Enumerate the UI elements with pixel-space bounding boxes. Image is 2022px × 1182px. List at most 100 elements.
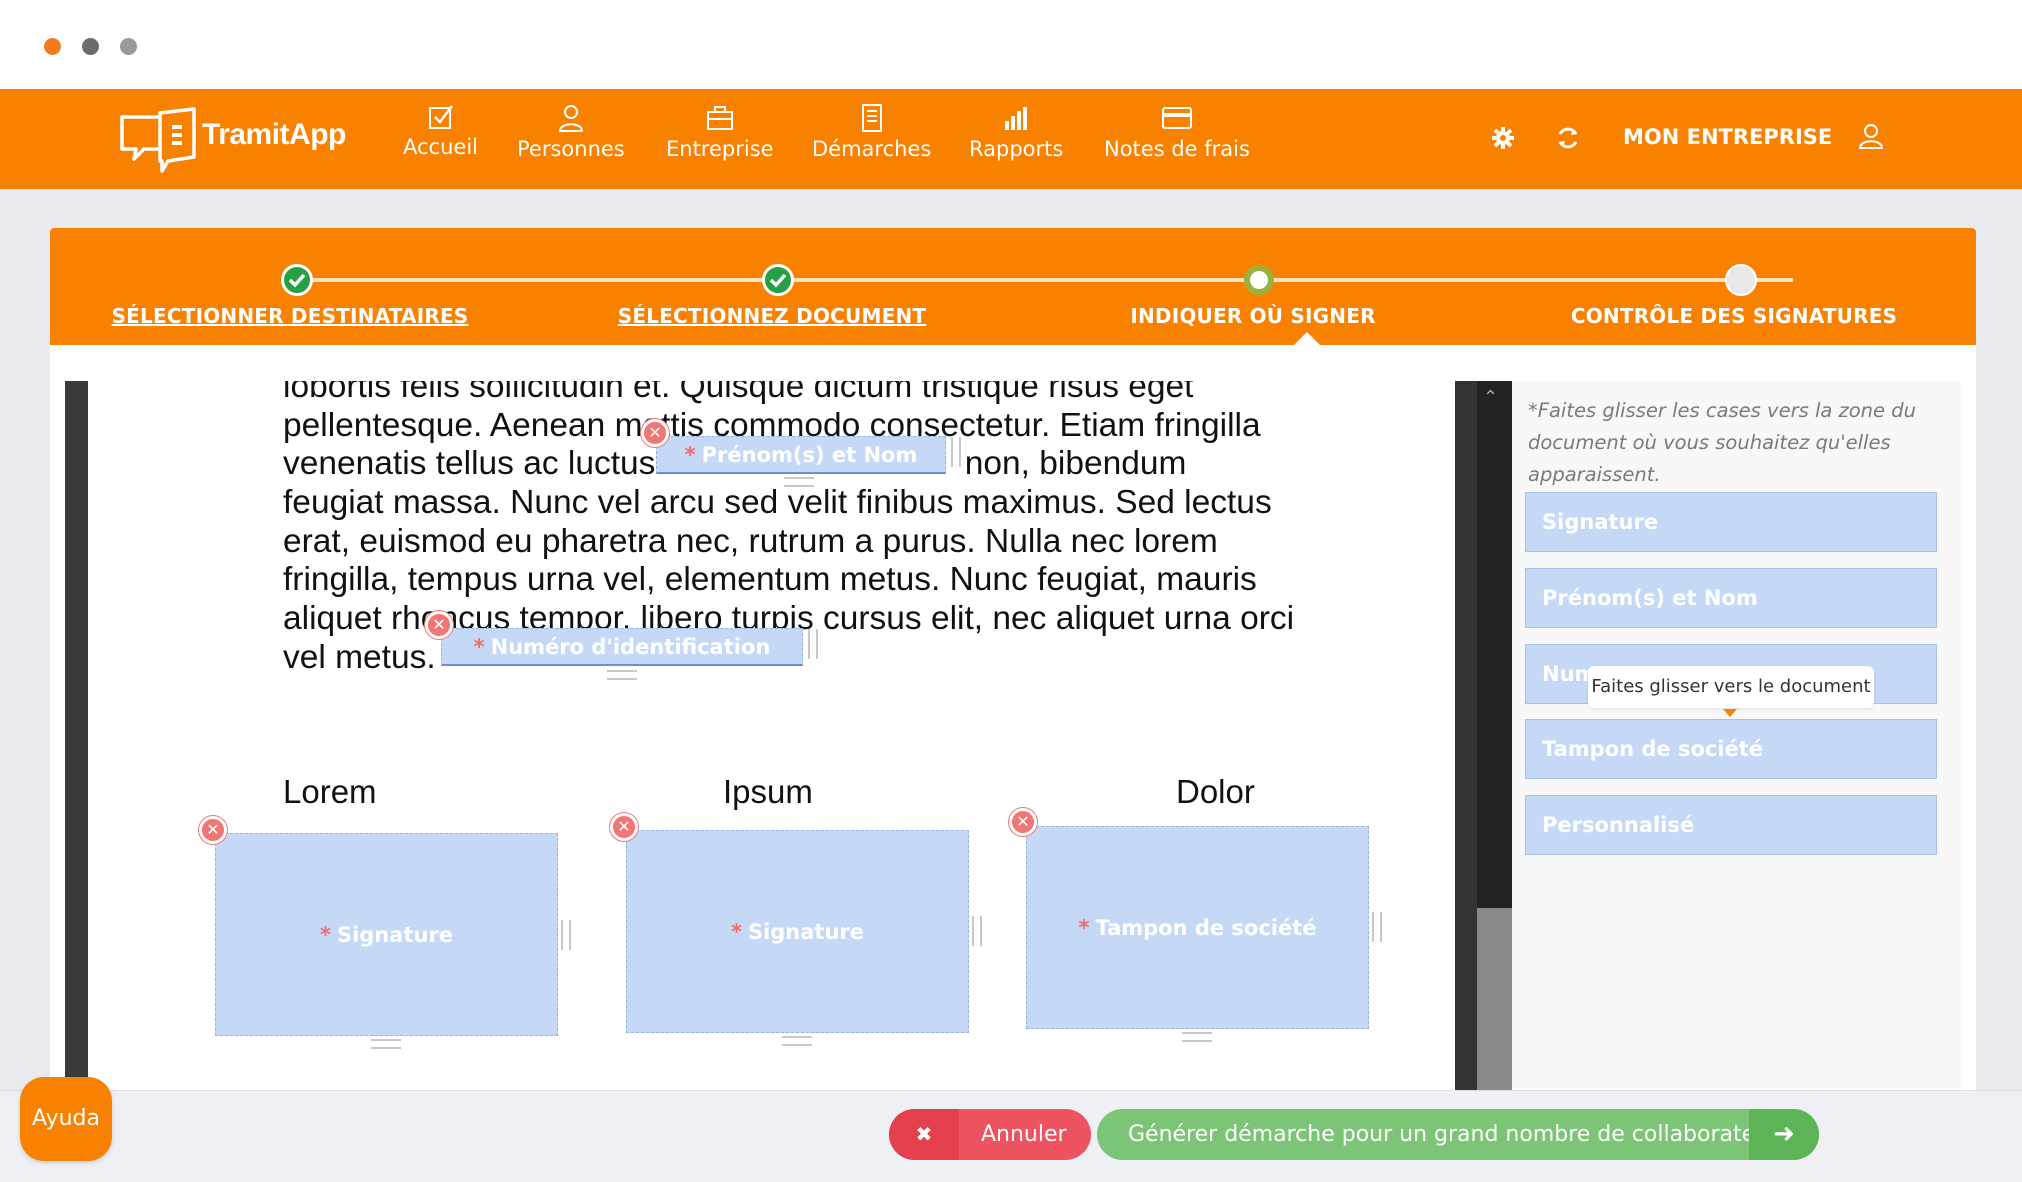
remove-field-icon[interactable]: ✕ bbox=[641, 419, 669, 447]
resize-handle-horizontal[interactable] bbox=[972, 916, 982, 946]
window-maximize-dot[interactable] bbox=[120, 38, 137, 55]
nav-label: Notes de frais bbox=[1104, 137, 1250, 161]
nav-label: Personnes bbox=[517, 137, 625, 161]
field-palette-panel: *Faites glisser les cases vers la zone d… bbox=[1512, 381, 1961, 1090]
palette-item-company-stamp[interactable]: Tampon de société bbox=[1525, 719, 1937, 779]
gear-icon[interactable] bbox=[1490, 125, 1516, 155]
nav-item-notes-de-frais[interactable]: Notes de frais bbox=[1104, 103, 1250, 161]
document-viewer[interactable]: lobortis felis sollicitudin et. Quisque … bbox=[65, 381, 1512, 1090]
resize-handle-vertical[interactable] bbox=[607, 670, 637, 680]
column-title-ipsum: Ipsum bbox=[723, 773, 813, 810]
step-select-recipients[interactable]: SÉLECTIONNER DESTINATAIRES bbox=[100, 304, 480, 328]
field-label: Prénom(s) et Nom bbox=[701, 443, 918, 467]
generate-bulk-process-button[interactable]: Générer démarche pour un grand nombre de… bbox=[1097, 1109, 1819, 1160]
remove-field-icon[interactable]: ✕ bbox=[1009, 808, 1037, 836]
step-todo-icon bbox=[1725, 264, 1757, 296]
column-title-lorem: Lorem bbox=[283, 773, 377, 810]
chevron-up-icon[interactable]: ⌃ bbox=[1483, 387, 1498, 408]
generate-label: Générer démarche pour un grand nombre de… bbox=[1128, 1122, 1790, 1147]
step-signature-control: CONTRÔLE DES SIGNATURES bbox=[1570, 304, 1898, 328]
nav-label: Entreprise bbox=[666, 137, 774, 161]
field-label: Signature bbox=[336, 922, 454, 947]
document-left-edge bbox=[65, 381, 88, 1090]
stepper: SÉLECTIONNER DESTINATAIRES SÉLECTIONNEZ … bbox=[50, 228, 1976, 346]
placed-field-company-stamp[interactable]: * Tampon de société bbox=[1026, 826, 1369, 1029]
nav-label: Démarches bbox=[812, 137, 932, 161]
step-select-document[interactable]: SÉLECTIONNEZ DOCUMENT bbox=[582, 304, 962, 328]
document-line-head: venenatis tellus ac luctus. bbox=[283, 445, 665, 483]
credit-card-icon bbox=[1161, 107, 1192, 129]
scrollbar-thumb[interactable] bbox=[1477, 908, 1512, 1090]
nav-item-entreprise[interactable]: Entreprise bbox=[666, 103, 774, 161]
panel-hint-text: *Faites glisser les cases vers la zone d… bbox=[1528, 399, 1916, 486]
resize-handle-vertical[interactable] bbox=[784, 477, 814, 487]
person-icon bbox=[558, 105, 583, 132]
cancel-button[interactable]: ✖ Annuler bbox=[889, 1109, 1091, 1160]
nav-item-accueil[interactable]: Accueil bbox=[403, 103, 478, 159]
remove-field-icon[interactable]: ✕ bbox=[610, 813, 638, 841]
step-done-icon bbox=[762, 264, 794, 296]
placed-field-signature-1[interactable]: * Signature bbox=[215, 833, 558, 1036]
speech-bubble-logo-icon bbox=[120, 107, 196, 173]
remove-field-icon[interactable]: ✕ bbox=[425, 611, 453, 639]
signature-workflow-card: SÉLECTIONNER DESTINATAIRES SÉLECTIONNEZ … bbox=[50, 228, 1976, 1090]
close-icon: ✖ bbox=[889, 1109, 959, 1160]
step-indicate-where-to-sign: INDIQUER OÙ SIGNER bbox=[1130, 304, 1376, 328]
nav-item-personnes[interactable]: Personnes bbox=[517, 103, 625, 161]
nav-label: Rapports bbox=[969, 137, 1064, 161]
step-current-icon bbox=[1244, 265, 1274, 295]
resize-handle-horizontal[interactable] bbox=[561, 920, 571, 950]
tooltip-arrow bbox=[1723, 709, 1737, 717]
field-label: Numéro d'identification bbox=[490, 635, 771, 659]
palette-item-signature[interactable]: Signature bbox=[1525, 492, 1937, 552]
palette-item-name[interactable]: Prénom(s) et Nom bbox=[1525, 568, 1937, 628]
stepper-track bbox=[297, 278, 1793, 282]
required-star: * bbox=[473, 635, 485, 659]
nav-item-rapports[interactable]: Rapports bbox=[969, 103, 1063, 161]
document-line: fringilla, tempus urna vel, elementum me… bbox=[283, 561, 1257, 599]
resize-handle-horizontal[interactable] bbox=[808, 629, 818, 659]
logo-text: TramitApp bbox=[202, 118, 346, 151]
refresh-icon[interactable] bbox=[1555, 125, 1581, 155]
resize-handle-horizontal[interactable] bbox=[951, 437, 961, 467]
resize-handle-vertical[interactable] bbox=[371, 1039, 401, 1049]
checkbox-icon bbox=[428, 105, 453, 129]
window-minimize-dot[interactable] bbox=[82, 38, 99, 55]
column-title-dolor: Dolor bbox=[1176, 773, 1255, 810]
window-chrome bbox=[0, 0, 2022, 89]
document-line-tail: non, bibendum bbox=[964, 445, 1187, 483]
current-step-caret bbox=[1293, 332, 1321, 346]
drag-tooltip: Faites glisser vers le document bbox=[1588, 666, 1874, 717]
required-star: * bbox=[730, 919, 742, 944]
placed-field-name[interactable]: * Prénom(s) et Nom bbox=[656, 436, 946, 474]
document-line: feugiat massa. Nunc vel arcu sed velit f… bbox=[283, 484, 1272, 522]
company-menu[interactable]: MON ENTREPRISE bbox=[1623, 125, 1832, 149]
resize-handle-vertical[interactable] bbox=[782, 1036, 812, 1046]
scrollbar-track[interactable] bbox=[1477, 381, 1512, 908]
window-close-dot[interactable] bbox=[44, 38, 61, 55]
nav-label: Accueil bbox=[403, 135, 478, 159]
top-navigation-bar: TramitApp Accueil Personnes Entreprise D… bbox=[0, 89, 2022, 189]
document-scrollbar[interactable]: ⌃ bbox=[1455, 381, 1512, 1090]
help-button[interactable]: Ayuda bbox=[20, 1077, 112, 1161]
required-star: * bbox=[319, 922, 331, 947]
app-logo[interactable]: TramitApp bbox=[118, 103, 346, 173]
user-account-icon[interactable] bbox=[1857, 122, 1885, 154]
placed-field-id-number[interactable]: * Numéro d'identification bbox=[441, 628, 803, 666]
document-icon bbox=[861, 104, 882, 132]
nav-item-demarches[interactable]: Démarches bbox=[812, 103, 931, 161]
remove-field-icon[interactable]: ✕ bbox=[199, 816, 227, 844]
bar-chart-icon bbox=[1005, 107, 1028, 130]
field-label: Tampon de société bbox=[1095, 915, 1317, 940]
step-done-icon bbox=[281, 264, 313, 296]
placed-field-signature-2[interactable]: * Signature bbox=[626, 830, 969, 1033]
palette-item-custom[interactable]: Personnalisé bbox=[1525, 795, 1937, 855]
required-star: * bbox=[684, 443, 696, 467]
cancel-label: Annuler bbox=[981, 1122, 1067, 1147]
required-star: * bbox=[1078, 915, 1090, 940]
resize-handle-horizontal[interactable] bbox=[1372, 912, 1382, 942]
document-line: erat, euismod eu pharetra nec, rutrum a … bbox=[283, 522, 1218, 560]
resize-handle-vertical[interactable] bbox=[1182, 1032, 1212, 1042]
field-label: Signature bbox=[747, 919, 865, 944]
briefcase-icon bbox=[706, 106, 733, 130]
